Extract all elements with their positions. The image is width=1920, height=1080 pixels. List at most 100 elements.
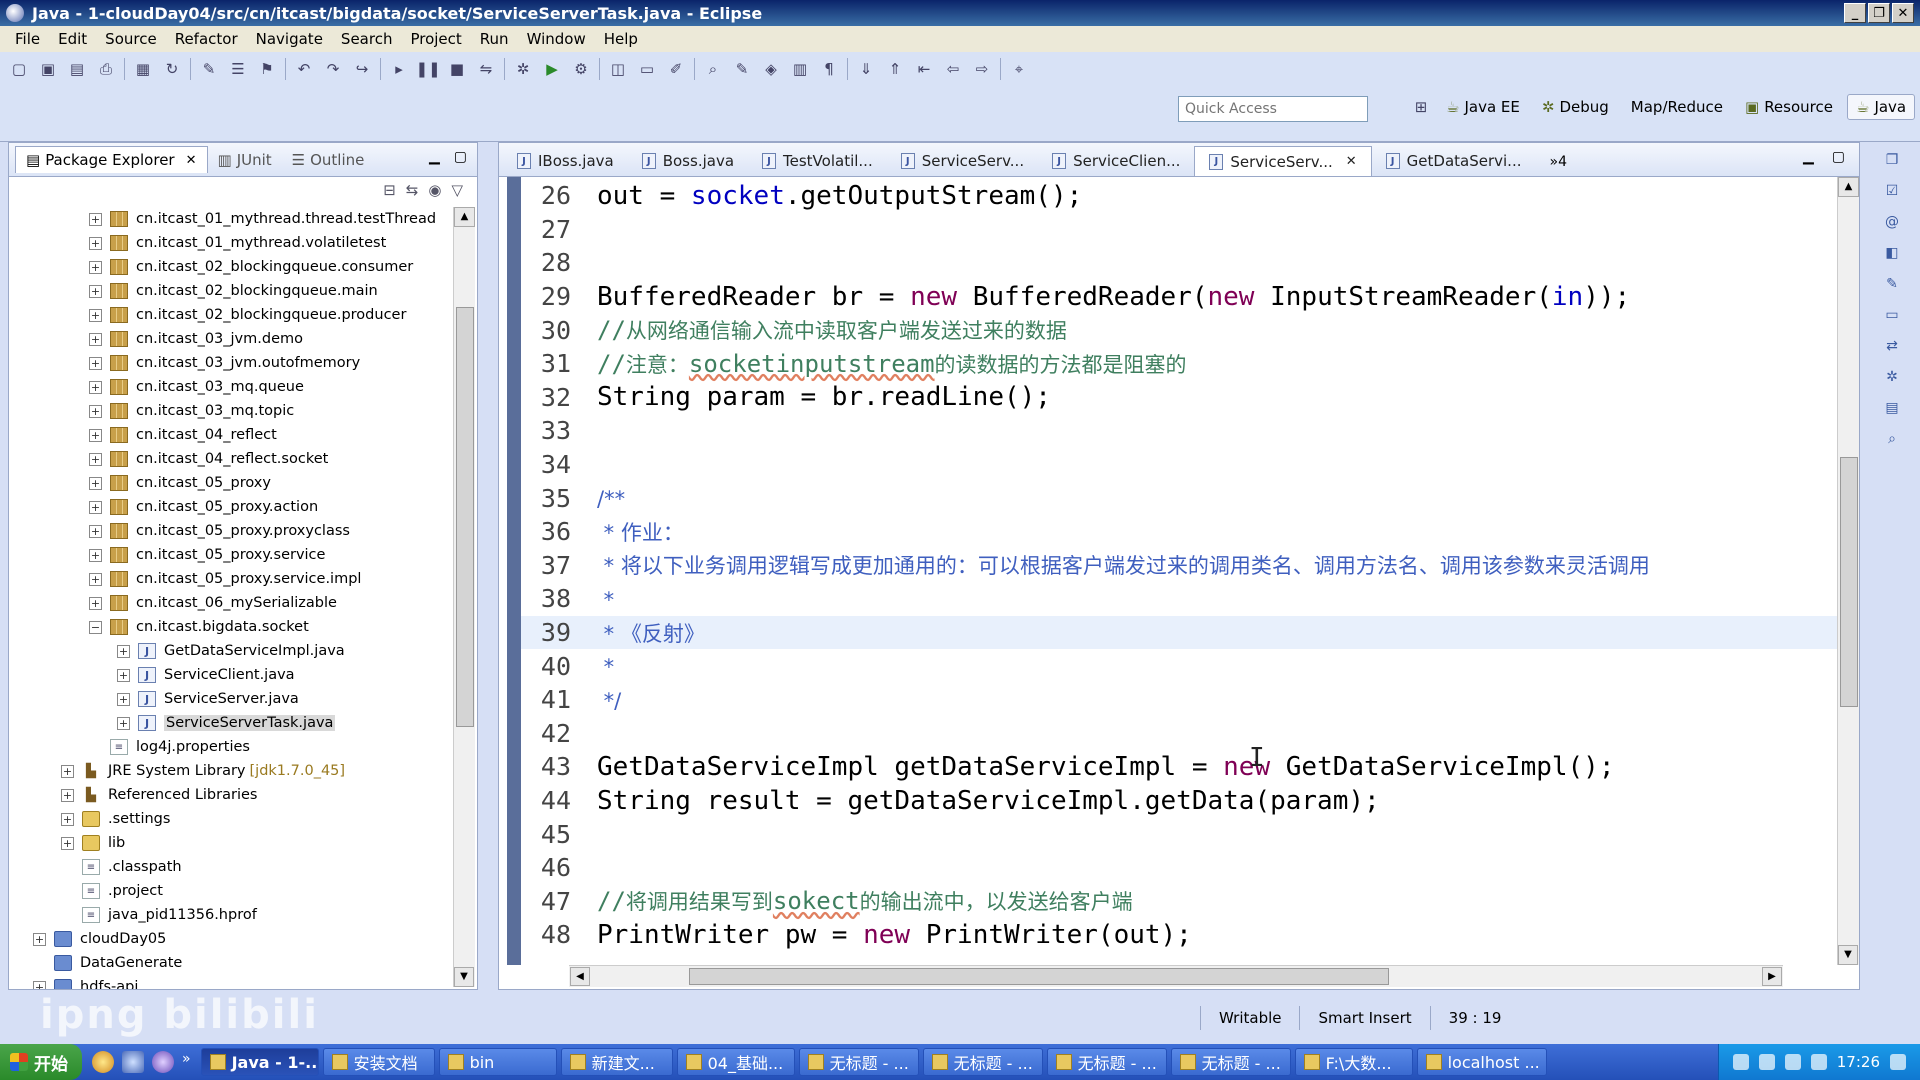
volume-icon[interactable]: [1784, 1054, 1801, 1070]
expand-icon[interactable]: +: [89, 404, 102, 418]
print-icon[interactable]: ⎙: [95, 58, 117, 80]
more-tabs-button[interactable]: »4: [1536, 154, 1575, 176]
expand-icon[interactable]: +: [89, 548, 102, 562]
tree-item[interactable]: + hdfs-api: [9, 975, 451, 989]
tree-item[interactable]: + cn.itcast_06_mySerializable: [9, 591, 451, 615]
new-package-icon[interactable]: ▦: [132, 58, 154, 80]
menu-navigate[interactable]: Navigate: [247, 30, 332, 48]
restore-icon[interactable]: ❐: [1882, 150, 1902, 170]
tree-item[interactable]: + cn.itcast_02_blockingqueue.main: [9, 279, 451, 303]
scroll-down-icon[interactable]: ▼: [1838, 945, 1858, 965]
scroll-up-icon[interactable]: ▲: [1838, 177, 1859, 197]
minimize-button[interactable]: _: [1844, 3, 1866, 23]
next-annotation-icon[interactable]: ⇓: [855, 58, 877, 80]
expand-icon[interactable]: +: [61, 812, 74, 826]
link-editor-icon[interactable]: ⇆: [406, 181, 419, 203]
close-button[interactable]: ✕: [1892, 3, 1914, 23]
taskbar-button[interactable]: 新建文...: [560, 1048, 673, 1076]
editor-tab[interactable]: J GetDataServi...: [1372, 146, 1536, 176]
taskbar-button[interactable]: 安装文档: [322, 1048, 435, 1076]
expand-icon[interactable]: +: [89, 524, 102, 538]
forward-icon[interactable]: ⇨: [971, 58, 993, 80]
browser-icon[interactable]: [92, 1051, 114, 1073]
collapse-all-icon[interactable]: ⊟: [383, 181, 396, 203]
expand-icon[interactable]: +: [117, 716, 130, 730]
taskbar-button[interactable]: 无标题 - ...: [798, 1048, 919, 1076]
tree-item[interactable]: + ▙ JRE System Library [jdk1.7.0_45]: [9, 759, 451, 783]
expand-icon[interactable]: +: [117, 668, 130, 682]
menu-project[interactable]: Project: [401, 30, 470, 48]
code-area[interactable]: 26 out = socket.getOutputStream(); 27 28 29 B…: [499, 177, 1839, 965]
undo-icon[interactable]: ↶: [293, 58, 315, 80]
expand-icon[interactable]: +: [89, 212, 102, 226]
editor-tab[interactable]: J Boss.java: [628, 146, 748, 176]
expand-icon[interactable]: +: [89, 476, 102, 490]
editor-tab[interactable]: J ServiceClien...: [1038, 146, 1194, 176]
resume-icon[interactable]: ▸: [388, 58, 410, 80]
block-icon[interactable]: ▥: [789, 58, 811, 80]
tree-item[interactable]: + cn.itcast_01_mythread.thread.testThread: [9, 207, 451, 231]
tree-item[interactable]: − cn.itcast.bigdata.socket: [9, 615, 451, 639]
tree-item[interactable]: + cloudDay05: [9, 927, 451, 951]
code-line[interactable]: 37 * 将以下业务调用逻辑写成更加通用的：可以根据客户端发过来的调用类名、调用…: [521, 549, 1839, 583]
servers-icon[interactable]: ⇄: [1882, 336, 1902, 356]
editor-tab[interactable]: J ServiceServ...: [887, 146, 1038, 176]
code-line[interactable]: 36 * 作业：: [521, 515, 1839, 549]
expand-icon[interactable]: +: [33, 980, 46, 989]
tree-item[interactable]: ≡ .project: [9, 879, 451, 903]
code-line[interactable]: 34: [521, 448, 1839, 482]
pin-editor-icon[interactable]: ⌖: [1008, 58, 1030, 80]
perspective-mapreduce[interactable]: Map/Reduce: [1623, 95, 1731, 119]
tab-outline[interactable]: ☰ Outline: [282, 147, 375, 173]
open-perspective-icon[interactable]: ⊞: [1410, 96, 1432, 118]
list-icon[interactable]: ☰: [227, 58, 249, 80]
show-desktop-icon[interactable]: [122, 1051, 144, 1073]
declaration-icon[interactable]: ✎: [1882, 274, 1902, 294]
code-line[interactable]: 39 * 《反射》: [521, 615, 1839, 650]
tree-item[interactable]: + cn.itcast_04_reflect.socket: [9, 447, 451, 471]
paragraph-icon[interactable]: ¶: [818, 58, 840, 80]
editor-horizontal-scrollbar[interactable]: ◀ ▶: [569, 965, 1783, 987]
taskbar-button[interactable]: F:\大数...: [1294, 1048, 1413, 1076]
code-line[interactable]: 38 *: [521, 582, 1839, 616]
media-player-icon[interactable]: [152, 1051, 174, 1073]
taskbar-button[interactable]: 无标题 - ...: [1170, 1048, 1291, 1076]
tree-item[interactable]: + cn.itcast_01_mythread.volatiletest: [9, 231, 451, 255]
taskbar-button[interactable]: 无标题 - ...: [922, 1048, 1043, 1076]
tree-item[interactable]: ≡ .classpath: [9, 855, 451, 879]
scroll-thumb[interactable]: [689, 968, 1389, 985]
expand-icon[interactable]: +: [117, 644, 130, 658]
menu-help[interactable]: Help: [595, 30, 647, 48]
expand-icon[interactable]: +: [89, 572, 102, 586]
console-icon[interactable]: ▭: [1882, 305, 1902, 325]
close-icon[interactable]: ✕: [1346, 154, 1357, 169]
expand-icon[interactable]: +: [89, 260, 102, 274]
tree-item[interactable]: + lib: [9, 831, 451, 855]
terminate-icon[interactable]: ■: [446, 58, 468, 80]
pin-icon[interactable]: ✎: [198, 58, 220, 80]
code-line[interactable]: 29 BufferedReader br = new BufferedReader…: [521, 280, 1839, 314]
close-icon[interactable]: ✕: [186, 153, 197, 168]
code-line[interactable]: 42: [521, 717, 1839, 751]
focus-icon[interactable]: ◉: [428, 181, 441, 203]
expand-icon[interactable]: +: [89, 596, 102, 610]
back-icon[interactable]: ⇦: [942, 58, 964, 80]
refresh-icon[interactable]: ↻: [161, 58, 183, 80]
annotation-icon[interactable]: ◈: [760, 58, 782, 80]
scroll-up-icon[interactable]: ▲: [454, 207, 475, 227]
tasks-icon[interactable]: ⚑: [256, 58, 278, 80]
redo-icon[interactable]: ↷: [322, 58, 344, 80]
scroll-thumb[interactable]: [1840, 457, 1858, 707]
maximize-icon[interactable]: ▢: [454, 149, 467, 165]
tree-item[interactable]: + J ServiceServerTask.java: [9, 711, 451, 735]
step-icon[interactable]: ↪: [351, 58, 373, 80]
tree-item[interactable]: + cn.itcast_05_proxy.action: [9, 495, 451, 519]
tree-item[interactable]: + J ServiceClient.java: [9, 663, 451, 687]
code-line[interactable]: 35 /**: [521, 481, 1839, 515]
editor-tab[interactable]: J TestVolatil...: [748, 146, 887, 176]
security-icon[interactable]: [1810, 1054, 1827, 1070]
code-line[interactable]: 45: [521, 817, 1839, 851]
expand-icon[interactable]: +: [89, 356, 102, 370]
menu-file[interactable]: File: [6, 30, 49, 48]
debug-icon[interactable]: ✲: [512, 58, 534, 80]
